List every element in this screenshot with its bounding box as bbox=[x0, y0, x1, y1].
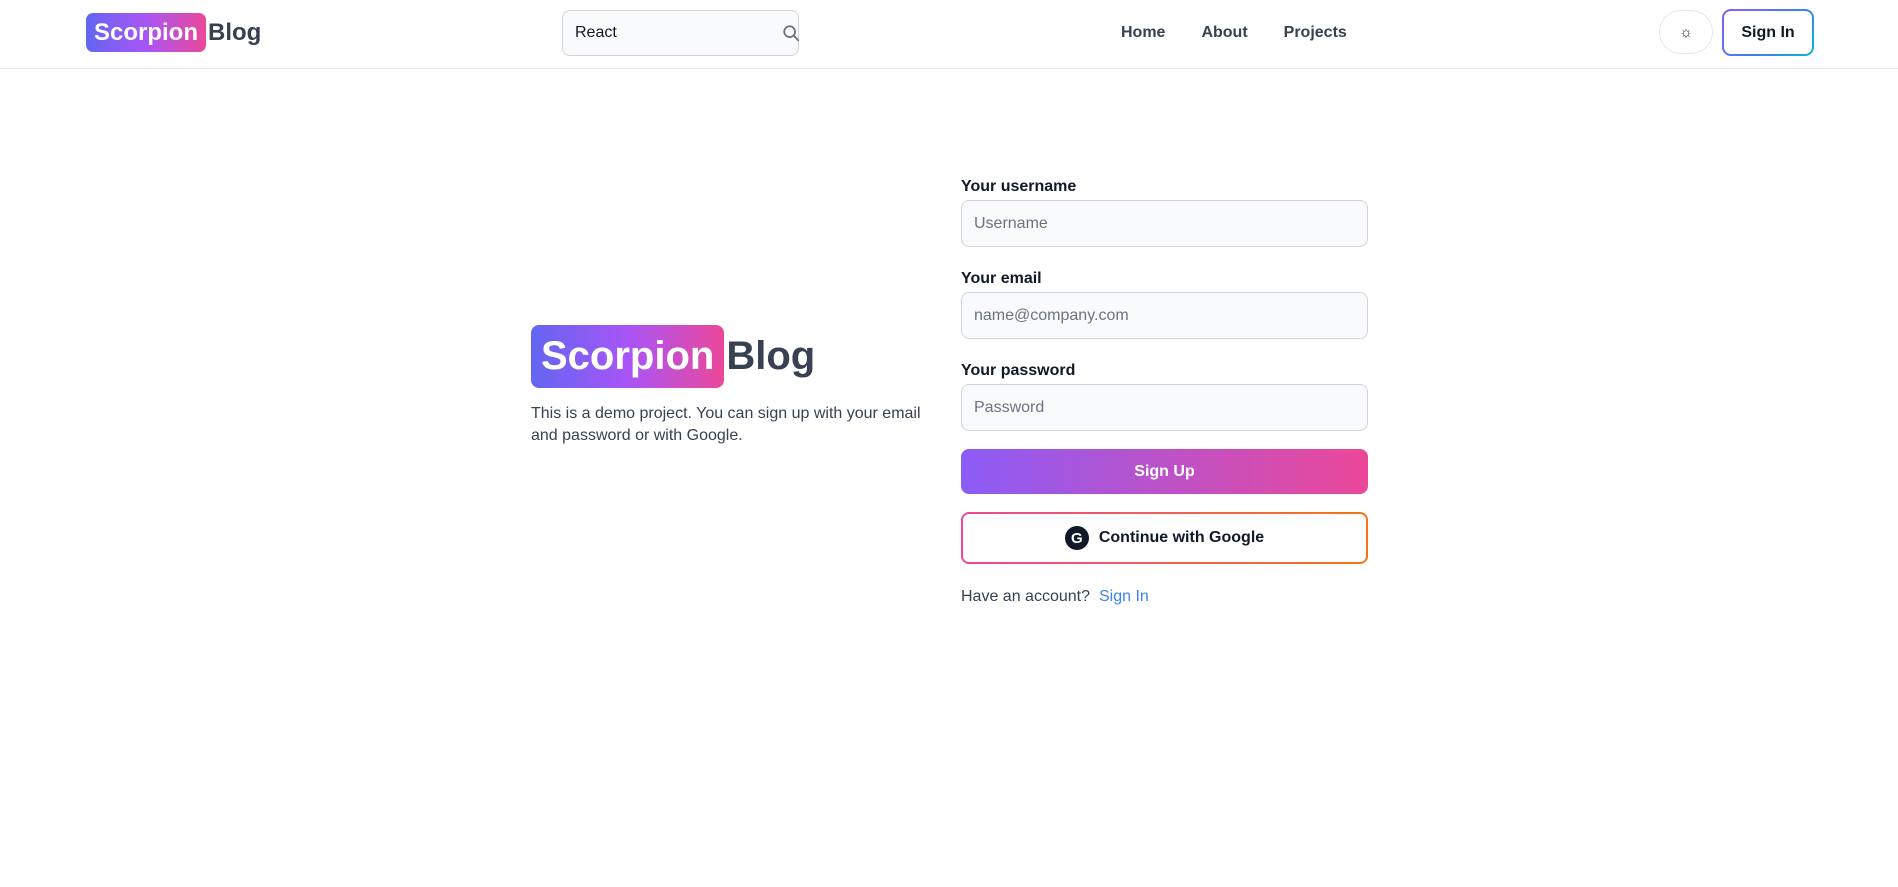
email-label: Your email bbox=[961, 270, 1042, 287]
email-field-group: Your email bbox=[961, 269, 1368, 339]
logo-badge: Scorpion bbox=[86, 13, 207, 52]
search-box bbox=[562, 10, 800, 56]
username-field-group: Your username bbox=[961, 177, 1368, 247]
intro-logo-word: Blog bbox=[726, 334, 816, 378]
nav-about[interactable]: About bbox=[1201, 22, 1247, 44]
password-field-group: Your password bbox=[961, 361, 1368, 431]
header-signin-label: Sign In bbox=[1724, 11, 1812, 54]
search-input[interactable] bbox=[575, 24, 782, 42]
signup-form: Your username Your email Your password S… bbox=[961, 177, 1368, 606]
intro-logo: Scorpion Blog bbox=[531, 325, 931, 388]
intro-logo-badge: Scorpion bbox=[531, 325, 725, 388]
account-prompt-row: Have an account? Sign In bbox=[961, 588, 1368, 606]
logo-word: Blog bbox=[208, 18, 262, 46]
google-button-content: G Continue with Google bbox=[963, 514, 1366, 562]
intro-section: Scorpion Blog This is a demo project. Yo… bbox=[531, 325, 931, 447]
username-input[interactable] bbox=[961, 200, 1368, 247]
google-button-label: Continue with Google bbox=[1098, 529, 1265, 546]
intro-description: This is a demo project. You can sign up … bbox=[531, 405, 921, 444]
password-input[interactable] bbox=[961, 384, 1368, 431]
nav-home[interactable]: Home bbox=[1121, 22, 1165, 44]
top-navbar: Scorpion Blog Home About Projects ☼ Sign… bbox=[0, 0, 1898, 69]
main-nav: Home About Projects bbox=[1121, 22, 1383, 44]
sun-icon: ☼ bbox=[1679, 23, 1693, 41]
username-label: Your username bbox=[961, 178, 1077, 195]
search-icon[interactable] bbox=[782, 22, 800, 44]
header-signin-button[interactable]: Sign In bbox=[1722, 9, 1814, 56]
account-prompt: Have an account? bbox=[961, 588, 1090, 605]
google-icon: G bbox=[1064, 526, 1089, 550]
nav-projects[interactable]: Projects bbox=[1284, 22, 1347, 44]
site-logo[interactable]: Scorpion Blog bbox=[86, 13, 261, 52]
signup-button[interactable]: Sign Up bbox=[961, 449, 1368, 494]
password-label: Your password bbox=[961, 362, 1076, 379]
email-input[interactable] bbox=[961, 292, 1368, 339]
signin-link[interactable]: Sign In bbox=[1099, 588, 1149, 606]
theme-toggle-button[interactable]: ☼ bbox=[1659, 10, 1713, 54]
google-signin-button[interactable]: G Continue with Google bbox=[961, 512, 1368, 564]
